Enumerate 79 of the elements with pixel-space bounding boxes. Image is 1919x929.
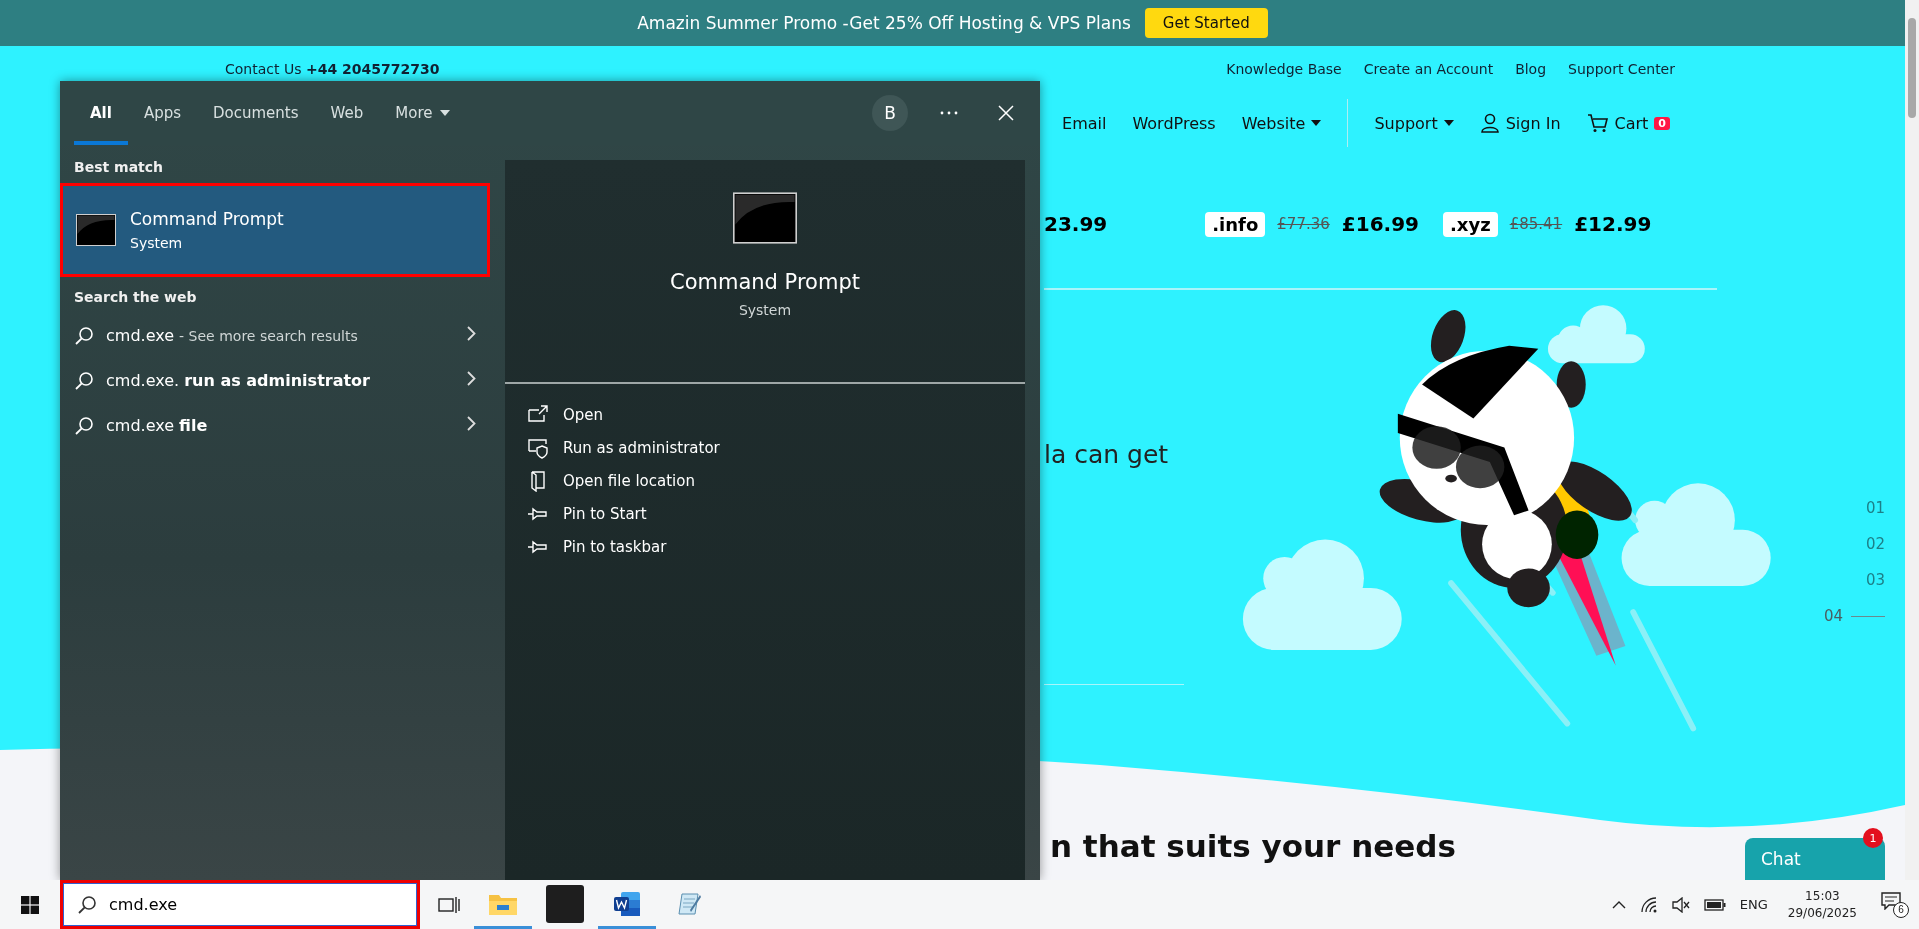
action-item[interactable]: Open: [527, 398, 1025, 431]
preview-subtitle: System: [738, 302, 792, 318]
sign-in-link[interactable]: Sign In: [1479, 113, 1561, 133]
windows-icon: [21, 895, 39, 914]
user-icon: [1479, 113, 1500, 133]
chevron-right-icon: [467, 326, 476, 341]
domain-extension: .xyz: [1443, 211, 1498, 237]
domain-price: £12.99: [1574, 212, 1652, 236]
nav-link[interactable]: WordPress: [1132, 113, 1216, 133]
section-label: Best match: [73, 159, 165, 177]
old-price: £85.41: [1509, 215, 1563, 233]
search-icon: [74, 415, 94, 436]
domain-extension: .info: [1205, 211, 1266, 237]
top-link[interactable]: Knowledge Base: [1226, 61, 1342, 77]
old-price: £77.36: [1277, 215, 1330, 233]
notifications-button[interactable]: 6: [1877, 891, 1909, 918]
battery-icon: [1703, 898, 1726, 911]
domain-price: £16.99: [1341, 212, 1419, 236]
shield-icon: [527, 436, 549, 459]
top-link[interactable]: Blog: [1515, 61, 1547, 77]
promo-text: Amazin Summer Promo -Get 25% Off Hosting & VPS Plans: [637, 13, 1131, 33]
filter-tab[interactable]: All: [74, 85, 128, 145]
hero-text: la can get: [1044, 440, 1170, 469]
terminal-icon: [733, 192, 797, 244]
filter-tab[interactable]: Apps: [127, 85, 198, 145]
slide-number[interactable]: 03: [1865, 571, 1885, 589]
section-heading: n that suits your needs: [1050, 828, 1456, 864]
action-item[interactable]: Run as administrator: [527, 431, 1025, 464]
get-started-button[interactable]: Get Started: [1144, 8, 1268, 38]
caret-icon: [1443, 120, 1454, 126]
search-icon: [74, 370, 94, 391]
volume-button[interactable]: [1671, 896, 1690, 913]
task-view-icon: [438, 895, 460, 914]
best-match-result[interactable]: Command Prompt System: [60, 183, 490, 277]
filter-tab[interactable]: Web: [314, 85, 380, 145]
domain-price: 23.99: [1044, 212, 1108, 236]
contact-text: Contact Us +44 2045772730: [225, 61, 440, 77]
web-search-result[interactable]: cmd.exe file: [60, 403, 490, 448]
action-item[interactable]: Pin to taskbar: [527, 530, 1025, 563]
web-search-result[interactable]: cmd.exe. run as administrator: [60, 358, 490, 403]
slide-number[interactable]: 04: [1823, 607, 1843, 625]
account-avatar[interactable]: B: [872, 95, 908, 131]
nav-link[interactable]: Email: [1062, 113, 1107, 133]
filter-tab[interactable]: Documents: [197, 85, 315, 145]
chevron-up-icon: [1611, 900, 1626, 909]
search-icon: [77, 894, 97, 915]
nav-dropdown[interactable]: Website: [1241, 113, 1322, 133]
search-icon: [74, 325, 94, 346]
top-link[interactable]: Support Center: [1568, 61, 1675, 77]
cart-count-badge: 0: [1654, 116, 1670, 130]
speaker-muted-icon: [1671, 896, 1690, 913]
wifi-icon: [1639, 896, 1658, 913]
top-link[interactable]: Create an Account: [1363, 61, 1494, 77]
filter-tab[interactable]: More: [379, 85, 467, 145]
action-item[interactable]: Open file location: [527, 464, 1025, 497]
preview-title: Command Prompt: [670, 270, 860, 294]
clock[interactable]: 15:03 29/06/2025: [1781, 886, 1863, 923]
scrollbar[interactable]: [1905, 0, 1919, 880]
word-icon: [613, 891, 641, 917]
close-icon: [998, 105, 1014, 121]
network-button[interactable]: [1639, 896, 1658, 913]
cart-icon: [1586, 113, 1609, 133]
web-search-result[interactable]: cmd.exe - See more search results: [60, 313, 490, 358]
battery-button[interactable]: [1703, 898, 1726, 911]
chevron-right-icon: [467, 371, 476, 386]
terminal-icon: [76, 214, 116, 246]
chevron-right-icon: [467, 416, 476, 431]
taskbar-search-field[interactable]: cmd.exe: [60, 880, 420, 929]
language-indicator[interactable]: ENG: [1739, 897, 1768, 912]
ellipsis-icon: [940, 111, 958, 115]
section-label: Search the web: [73, 289, 198, 307]
caret-icon: [440, 110, 451, 116]
tray-chevron-button[interactable]: [1611, 900, 1626, 909]
notepad-icon: [676, 891, 702, 917]
caret-icon: [1311, 120, 1322, 126]
cart-link[interactable]: Cart 0: [1586, 113, 1670, 133]
app-tile-icon: [546, 885, 584, 923]
action-item[interactable]: Pin to Start: [527, 497, 1025, 530]
nav-dropdown[interactable]: Support: [1374, 113, 1454, 133]
